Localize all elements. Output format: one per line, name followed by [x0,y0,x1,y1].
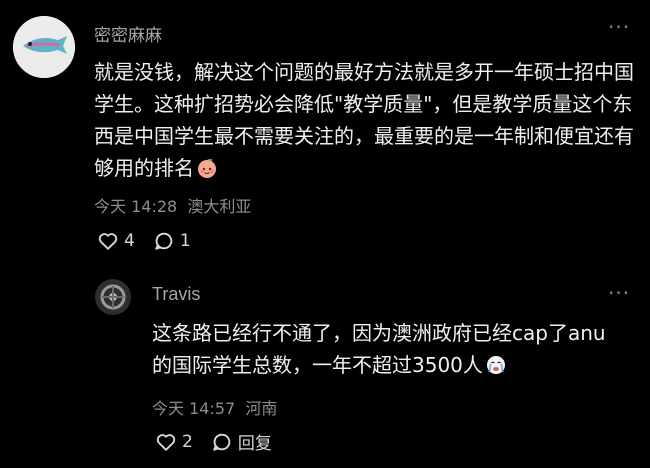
location: 河南 [245,399,278,418]
crying-face-icon [486,356,505,374]
reply-button[interactable]: 回复 [211,429,272,454]
like-count: 2 [182,431,193,452]
timestamp: 今天 14:28 [94,197,178,216]
timestamp: 今天 14:57 [152,399,236,418]
reply-label: 回复 [237,434,272,454]
comment-bubble-icon [213,433,231,451]
like-button[interactable]: 2 [155,431,193,453]
comment-bubble-icon [155,232,173,250]
reply-count: 1 [179,231,191,251]
comment-meta: 今天 14:57 河南 [152,395,277,419]
username[interactable]: 密密麻麻 [94,21,162,46]
comment-actions: 4 1 [97,230,209,252]
like-count: 4 [124,231,135,251]
comment: 密密麻麻 ··· 就是没钱，解决这个问题的最好方法就是多开一年硕士招中国学生。这… [0,0,650,270]
like-button[interactable]: 4 [97,230,135,252]
heart-icon [156,433,176,451]
reply-button[interactable]: 1 [153,230,191,252]
heart-icon [98,233,118,250]
avatar-image [13,16,75,78]
avatar-image [95,279,131,315]
avatar[interactable] [95,279,131,315]
more-options-icon[interactable]: ··· [608,17,630,37]
more-options-icon[interactable]: ··· [608,283,630,303]
peach-face-icon [198,159,216,178]
comment-meta: 今天 14:28 澳大利亚 [94,193,251,217]
avatar[interactable] [13,16,75,78]
comment-actions: 2 回复 [155,429,290,454]
location: 澳大利亚 [187,197,252,216]
comment-text: 就是没钱，解决这个问题的最好方法就是多开一年硕士招中国学生。这种扩招势必会降低"… [94,60,634,180]
username[interactable]: Travis [152,284,200,305]
comment-text: 这条路已经行不通了，因为澳洲政府已经cap了anu的国际学生总数，一年不超过35… [152,321,606,377]
